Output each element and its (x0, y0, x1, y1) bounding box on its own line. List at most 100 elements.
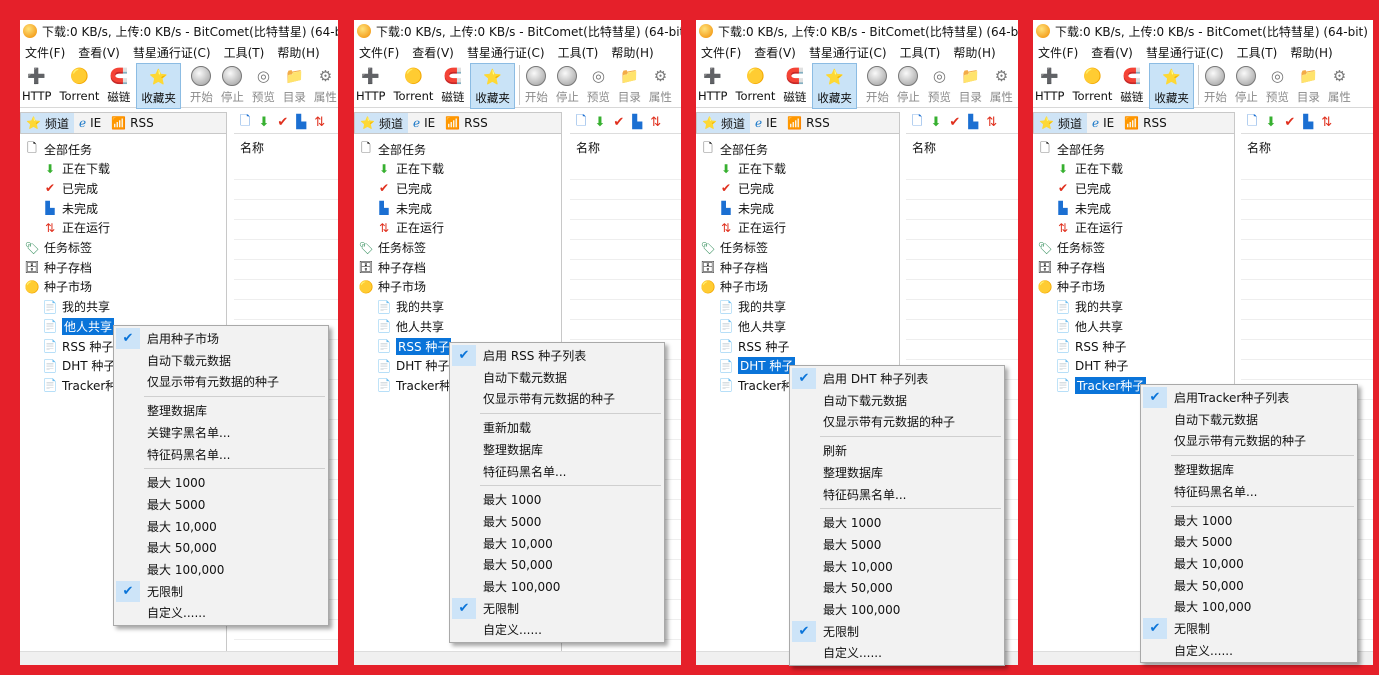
tree-item[interactable]: ▙ 未完成 (376, 199, 432, 217)
download-arrow-icon[interactable]: ⬇ (930, 115, 941, 130)
list-view-icon[interactable]: 🗋 (240, 112, 250, 134)
menu-item[interactable]: 刷新 (790, 440, 1004, 461)
menu-item[interactable]: 仅显示带有元数据的种子 (790, 411, 1004, 432)
check-icon[interactable]: ✔ (277, 115, 288, 130)
menu-item[interactable]: 最大 5000 (1141, 531, 1357, 552)
menu-2[interactable]: 彗星通行证(C) (1141, 44, 1229, 61)
menu-item[interactable]: 特征码黑名单... (450, 461, 664, 482)
column-header-name[interactable]: 名称 (1247, 139, 1271, 159)
tab-rss[interactable]: 📶 RSS (782, 113, 835, 133)
tab-star[interactable]: ⭐ 频道 (1034, 113, 1087, 133)
menu-item[interactable]: ✔ 无限制 (1141, 618, 1357, 639)
tree-item[interactable]: ✔ 已完成 (42, 179, 98, 197)
tab-rss[interactable]: 📶 RSS (106, 113, 159, 133)
toolbar-button-magnet[interactable]: 🧲 磁链 (1118, 65, 1145, 105)
tree-item[interactable]: 📄 RSS 种子 (718, 337, 790, 355)
check-icon[interactable]: ✔ (1284, 115, 1295, 130)
tree-item[interactable]: ▙ 未完成 (718, 199, 774, 217)
menu-item[interactable]: 最大 5000 (450, 511, 664, 532)
tree-item[interactable]: 🗋 全部任务 (24, 140, 92, 158)
menu-item[interactable]: ✔ 启用 DHT 种子列表 (790, 368, 1004, 389)
tree-item[interactable]: 📄 我的共享 (376, 298, 445, 316)
running-icon[interactable]: ⇅ (986, 115, 997, 130)
toolbar-button-star[interactable]: ⭐ 收藏夹 (470, 63, 515, 109)
menu-item[interactable]: 仅显示带有元数据的种子 (114, 371, 328, 392)
menu-item[interactable]: 自定义...... (1141, 640, 1357, 661)
toolbar-button-folder[interactable]: 📁 目录 (281, 65, 308, 105)
menu-item[interactable]: 最大 10,000 (114, 516, 328, 537)
toolbar-button-magnet[interactable]: 🧲 磁链 (781, 65, 808, 105)
toolbar-button-stop[interactable]: 停止 (219, 65, 246, 105)
menu-item[interactable]: 最大 5000 (790, 534, 1004, 555)
menu-item[interactable]: 自定义...... (114, 602, 328, 623)
toolbar-button-torrent[interactable]: 🟡 Torrent (57, 65, 101, 103)
menu-item[interactable]: ✔ 无限制 (450, 597, 664, 619)
download-arrow-icon[interactable]: ⬇ (594, 115, 605, 130)
menu-item[interactable]: 仅显示带有元数据的种子 (450, 388, 664, 409)
menu-3[interactable]: 工具(T) (895, 44, 946, 61)
incomplete-icon[interactable]: ▙ (632, 115, 642, 130)
menu-item[interactable]: 自动下载元数据 (1141, 409, 1357, 430)
toolbar-button-start[interactable]: 开始 (864, 65, 891, 105)
menu-1[interactable]: 查看(V) (1086, 44, 1138, 61)
tree-item[interactable]: 🗋 全部任务 (700, 140, 768, 158)
tree-item[interactable]: 🗋 全部任务 (1037, 140, 1105, 158)
tree-item[interactable]: 📄 我的共享 (42, 298, 111, 316)
tab-ie[interactable]: ℯ IE (74, 113, 106, 133)
toolbar-button-magnet[interactable]: 🧲 磁链 (105, 65, 132, 105)
tree-item[interactable]: 🏷 任务标签 (1037, 239, 1105, 257)
tree-item[interactable]: ⬇ 正在下载 (1055, 160, 1123, 178)
menu-item[interactable]: 最大 50,000 (1141, 575, 1357, 596)
menu-2[interactable]: 彗星通行证(C) (128, 44, 216, 61)
toolbar-button-preview[interactable]: ◎ 预览 (1264, 65, 1291, 105)
menu-3[interactable]: 工具(T) (553, 44, 604, 61)
menu-item[interactable]: 最大 1000 (1141, 510, 1357, 531)
menu-item[interactable]: 关键字黑名单... (114, 422, 328, 443)
running-icon[interactable]: ⇅ (650, 115, 661, 130)
tree-item[interactable]: 📄 RSS 种子 (376, 337, 452, 355)
tree-item[interactable]: ⬇ 正在下载 (376, 160, 444, 178)
menu-2[interactable]: 彗星通行证(C) (804, 44, 892, 61)
toolbar-button-start[interactable]: 开始 (523, 65, 550, 105)
menu-2[interactable]: 彗星通行证(C) (462, 44, 550, 61)
menu-item[interactable]: 整理数据库 (450, 439, 664, 460)
toolbar-button-preview[interactable]: ◎ 预览 (585, 65, 612, 105)
menu-item[interactable]: 自定义...... (790, 642, 1004, 663)
toolbar-button-properties[interactable]: ⚙ 属性 (1326, 65, 1353, 105)
tree-item[interactable]: ⇅ 正在运行 (376, 219, 444, 237)
tree-item[interactable]: 📄 RSS 种子 (1055, 337, 1127, 355)
menu-item[interactable]: 最大 10,000 (790, 556, 1004, 577)
tree-item[interactable]: 🗋 全部任务 (358, 140, 426, 158)
tree-item[interactable]: ⇅ 正在运行 (718, 219, 786, 237)
menu-0[interactable]: 文件(F) (1033, 44, 1083, 61)
menu-item[interactable]: 自动下载元数据 (790, 390, 1004, 411)
tree-item[interactable]: ✔ 已完成 (1055, 179, 1111, 197)
menu-1[interactable]: 查看(V) (73, 44, 125, 61)
menu-item[interactable]: 最大 100,000 (114, 559, 328, 580)
tree-item[interactable]: 🗄 种子存档 (24, 258, 92, 276)
menu-item[interactable]: 特征码黑名单... (114, 444, 328, 465)
tree-item[interactable]: 🏷 任务标签 (358, 239, 426, 257)
toolbar-button-torrent[interactable]: 🟡 Torrent (1070, 65, 1114, 103)
incomplete-icon[interactable]: ▙ (296, 115, 306, 130)
toolbar-button-stop[interactable]: 停止 (554, 65, 581, 105)
toolbar-button-stop[interactable]: 停止 (895, 65, 922, 105)
tree-item[interactable]: 📄 DHT 种子 (376, 357, 450, 375)
tree-item[interactable]: 📄 他人共享 (718, 317, 787, 335)
menu-item[interactable]: 整理数据库 (1141, 459, 1357, 480)
tab-ie[interactable]: ℯ IE (750, 113, 782, 133)
menu-item[interactable]: 最大 100,000 (790, 599, 1004, 620)
tree-item[interactable]: 🟡 种子市场 (24, 278, 93, 296)
menu-4[interactable]: 帮助(H) (948, 44, 1000, 61)
menu-3[interactable]: 工具(T) (1232, 44, 1283, 61)
menu-0[interactable]: 文件(F) (696, 44, 746, 61)
tree-item[interactable]: 📄 RSS 种子 (42, 337, 114, 355)
tab-rss[interactable]: 📶 RSS (440, 113, 493, 133)
tree-item[interactable]: 📄 他人共享 (1055, 317, 1124, 335)
menu-item[interactable]: ✔ 启用种子市场 (114, 328, 328, 349)
tab-ie[interactable]: ℯ IE (408, 113, 440, 133)
tree-item[interactable]: ⬇ 正在下载 (718, 160, 786, 178)
menu-item[interactable]: 最大 1000 (450, 489, 664, 510)
check-icon[interactable]: ✔ (613, 115, 624, 130)
toolbar-button-torrent[interactable]: 🟡 Torrent (391, 65, 435, 103)
